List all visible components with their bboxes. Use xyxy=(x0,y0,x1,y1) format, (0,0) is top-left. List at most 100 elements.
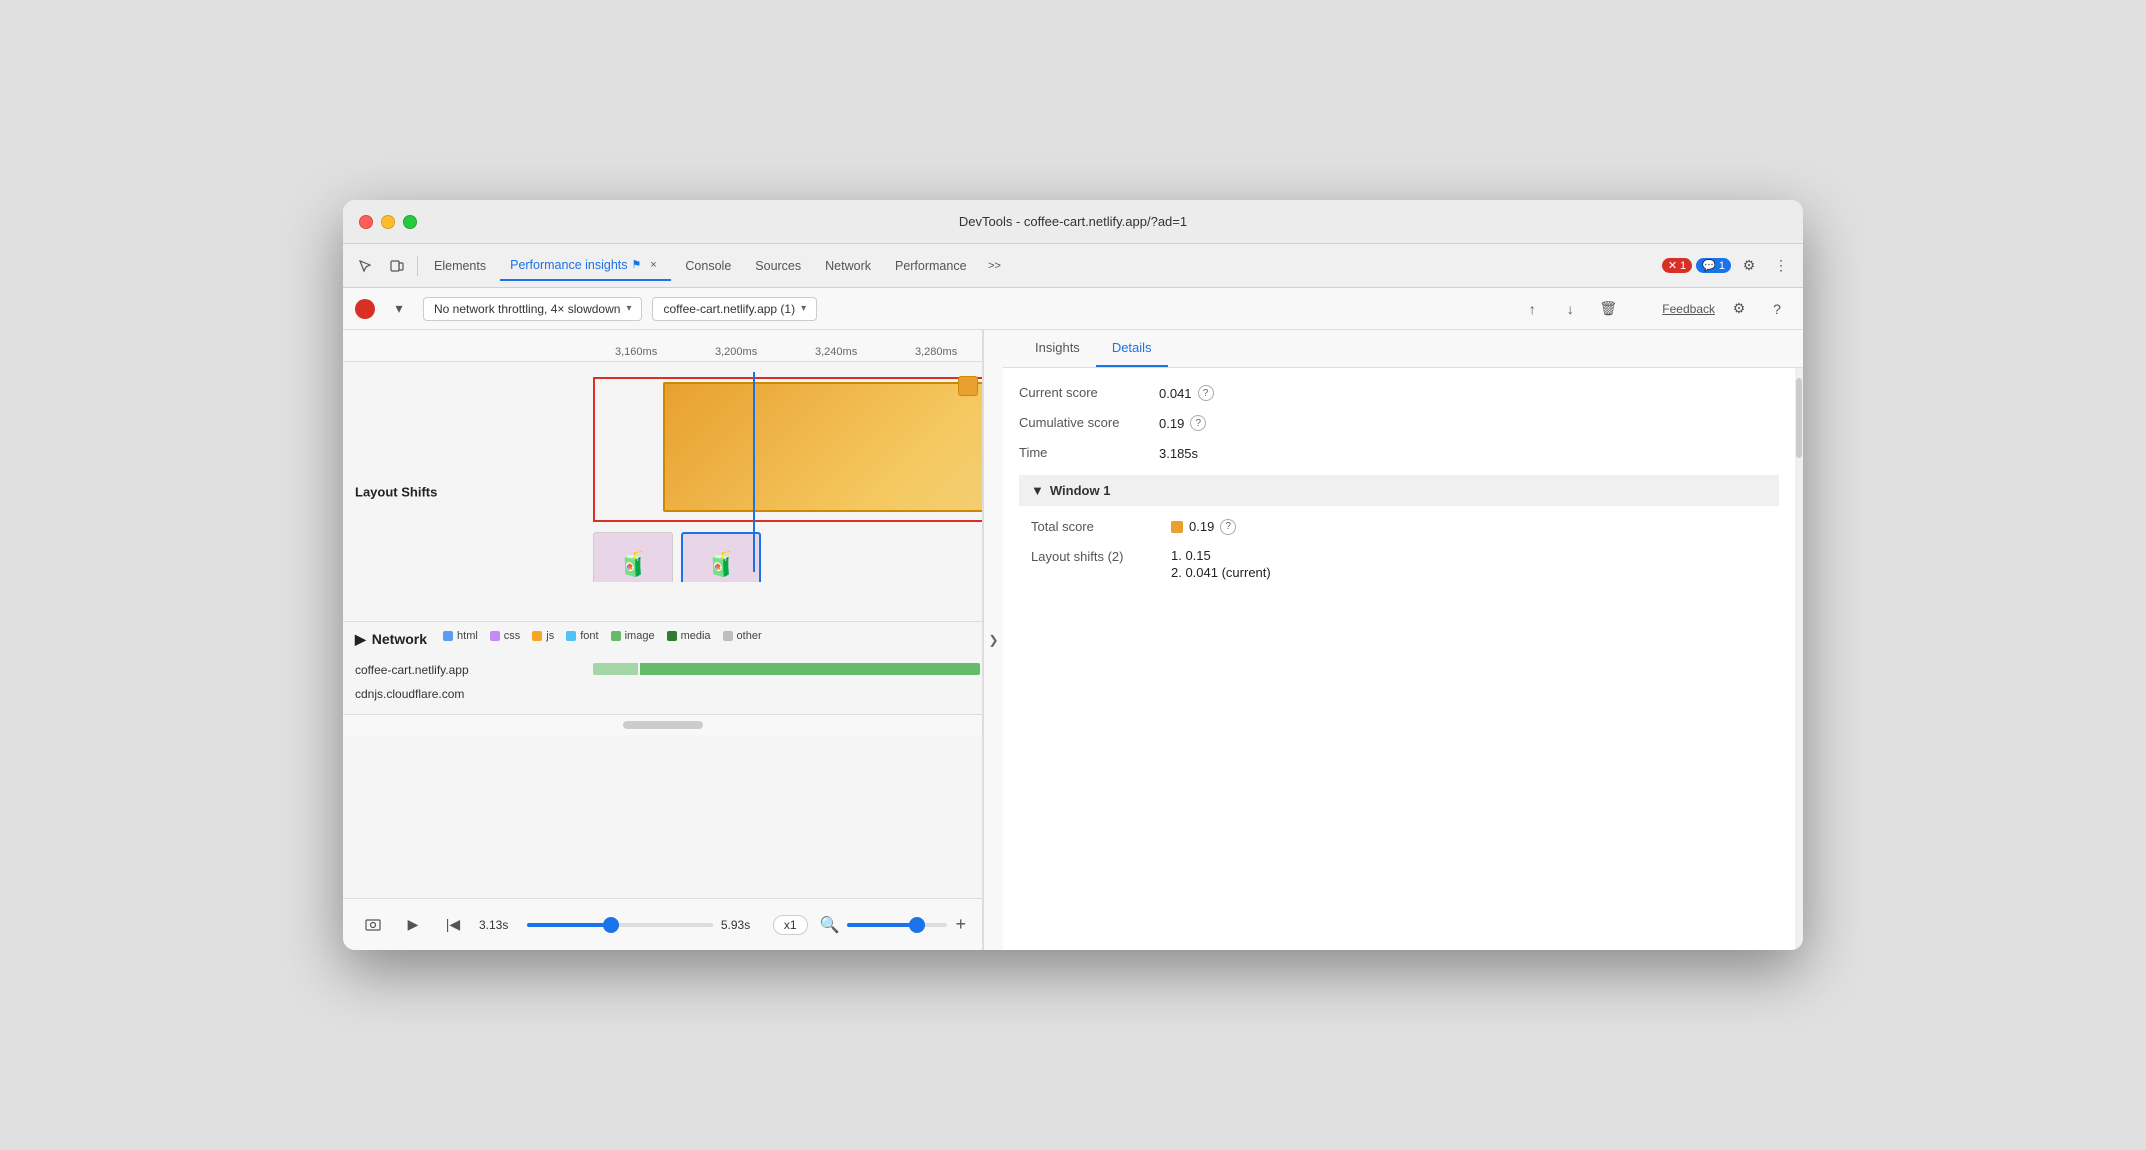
tab-performance[interactable]: Performance xyxy=(885,253,977,279)
orange-square-icon xyxy=(1171,521,1183,533)
total-score-label: Total score xyxy=(1031,518,1171,536)
horizontal-scrollbar[interactable] xyxy=(343,715,982,735)
close-tab-button[interactable]: × xyxy=(645,257,661,273)
settings-icon[interactable]: ⚙ xyxy=(1735,252,1763,280)
time-end: 5.93s xyxy=(721,918,761,932)
device-icon[interactable] xyxy=(383,252,411,280)
indicator-square xyxy=(958,376,978,396)
html-dot xyxy=(443,631,453,641)
download-icon[interactable]: ↓ xyxy=(1556,295,1584,323)
time-label: Time xyxy=(1019,444,1159,462)
time-value: 3.185s xyxy=(1159,444,1198,462)
detail-current-score: Current score 0.041 ? xyxy=(1019,384,1779,402)
chevron-down-icon-2: ▾ xyxy=(801,303,806,314)
detail-time: Time 3.185s xyxy=(1019,444,1779,462)
detail-cumulative-score: Cumulative score 0.19 ? xyxy=(1019,414,1779,432)
tab-toolbar: Elements Performance insights ⚑ × Consol… xyxy=(343,244,1803,288)
minimize-button[interactable] xyxy=(381,215,395,229)
network-label: Network xyxy=(372,631,427,647)
layout-shifts-values: 1. 0.15 2. 0.041 (current) xyxy=(1171,548,1271,580)
tab-performance-insights[interactable]: Performance insights ⚑ × xyxy=(500,251,671,281)
feedback-link[interactable]: Feedback xyxy=(1662,302,1715,316)
play-button[interactable]: ▶ xyxy=(399,911,427,939)
css-dot xyxy=(490,631,500,641)
triangle-icon: ▶ xyxy=(355,631,366,648)
scrollbar-thumb[interactable] xyxy=(623,721,703,729)
vertical-scrollbar-thumb[interactable] xyxy=(1796,378,1802,458)
bar-main-1 xyxy=(640,663,980,675)
image-dot xyxy=(611,631,621,641)
close-button[interactable] xyxy=(359,215,373,229)
current-score-label: Current score xyxy=(1019,384,1159,402)
time-marker-4: 3,280ms xyxy=(915,346,957,358)
titlebar: DevTools - coffee-cart.netlify.app/?ad=1 xyxy=(343,200,1803,244)
help-icon-1[interactable]: ? xyxy=(1198,385,1214,401)
time-marker-1: 3,160ms xyxy=(615,346,657,358)
more-tabs-button[interactable]: >> xyxy=(981,252,1009,280)
network-bar-area-2 xyxy=(583,687,982,701)
speed-badge[interactable]: x1 xyxy=(773,915,808,935)
window1-details: Total score 0.19 ? Layout shifts (2) 1. … xyxy=(1019,518,1779,580)
screenshot-icon[interactable] xyxy=(359,911,387,939)
layout-shifts-label: Layout Shifts xyxy=(355,484,437,499)
record-button[interactable] xyxy=(355,299,375,319)
secondary-toolbar: ▾ No network throttling, 4× slowdown ▾ c… xyxy=(343,288,1803,330)
right-panel: Insights Details Current score 0.041 ? C… xyxy=(1003,330,1803,950)
delete-icon[interactable]: 🗑 xyxy=(1594,295,1622,323)
network-rows: coffee-cart.netlify.app cdnjs.cloudflare… xyxy=(343,658,982,706)
detail-layout-shifts: Layout shifts (2) 1. 0.15 2. 0.041 (curr… xyxy=(1031,548,1779,580)
font-dot xyxy=(566,631,576,641)
network-bar-1 xyxy=(593,663,980,675)
throttle-dropdown[interactable]: No network throttling, 4× slowdown ▾ xyxy=(423,297,642,321)
right-panel-tabs: Insights Details xyxy=(1003,330,1803,368)
settings-icon-2[interactable]: ⚙ xyxy=(1725,295,1753,323)
time-range: 3.13s 5.93s xyxy=(479,918,761,932)
time-marker-2: 3,200ms xyxy=(715,346,757,358)
network-row-2[interactable]: cdnjs.cloudflare.com xyxy=(343,682,982,706)
chevron-down-icon: ▾ xyxy=(626,303,631,314)
cursor-icon[interactable] xyxy=(351,252,379,280)
tab-network[interactable]: Network xyxy=(815,253,881,279)
collapse-panel-button[interactable]: ❯ xyxy=(983,330,1003,950)
zoom-out-icon[interactable]: 🔍 xyxy=(820,915,840,935)
thumbnail-before[interactable]: 🧃 xyxy=(593,532,673,582)
zoom-slider[interactable] xyxy=(847,923,947,927)
tab-console[interactable]: Console xyxy=(675,253,741,279)
zoom-thumb[interactable] xyxy=(909,917,925,933)
maximize-button[interactable] xyxy=(403,215,417,229)
layout-shifts-section: Layout Shifts 🧃 xyxy=(343,362,982,622)
detail-total-score: Total score 0.19 ? xyxy=(1031,518,1779,536)
tab-elements[interactable]: Elements xyxy=(424,253,496,279)
legend-font: font xyxy=(566,630,598,642)
network-header[interactable]: ▶ Network xyxy=(355,631,427,648)
cumulative-score-label: Cumulative score xyxy=(1019,414,1159,432)
zoom-fill xyxy=(847,923,917,927)
media-dot xyxy=(667,631,677,641)
vertical-scrollbar[interactable] xyxy=(1795,368,1803,950)
tab-sources[interactable]: Sources xyxy=(745,253,811,279)
slider-thumb[interactable] xyxy=(603,917,619,933)
error-badge[interactable]: ✕ 1 xyxy=(1662,258,1692,273)
help-icon-3[interactable]: ? xyxy=(1220,519,1236,535)
thumbnail-after[interactable]: 🧃 xyxy=(681,532,761,582)
dropdown-arrow[interactable]: ▾ xyxy=(385,295,413,323)
more-options-icon[interactable]: ⋮ xyxy=(1767,252,1795,280)
tab-insights[interactable]: Insights xyxy=(1019,330,1096,367)
upload-icon[interactable]: ↑ xyxy=(1518,295,1546,323)
window1-section: ▼ Window 1 xyxy=(1019,475,1779,506)
slider-fill xyxy=(527,923,611,927)
legend-image: image xyxy=(611,630,655,642)
timeline-header: 3,160ms 3,200ms 3,240ms 3,280ms xyxy=(343,330,982,362)
info-badge[interactable]: 💬 1 xyxy=(1696,258,1731,273)
tab-details[interactable]: Details xyxy=(1096,330,1168,367)
timeline-slider[interactable] xyxy=(527,923,713,927)
help-icon-2[interactable]: ? xyxy=(1190,415,1206,431)
zoom-in-icon[interactable]: + xyxy=(955,914,966,935)
devtools-window: DevTools - coffee-cart.netlify.app/?ad=1… xyxy=(343,200,1803,950)
right-panel-content: Current score 0.041 ? Cumulative score 0… xyxy=(1003,368,1795,950)
origin-dropdown[interactable]: coffee-cart.netlify.app (1) ▾ xyxy=(652,297,817,321)
flag-icon: ⚑ xyxy=(632,258,642,271)
help-icon[interactable]: ? xyxy=(1763,295,1791,323)
skip-to-start-button[interactable]: |◀ xyxy=(439,911,467,939)
network-row-1[interactable]: coffee-cart.netlify.app xyxy=(343,658,982,682)
